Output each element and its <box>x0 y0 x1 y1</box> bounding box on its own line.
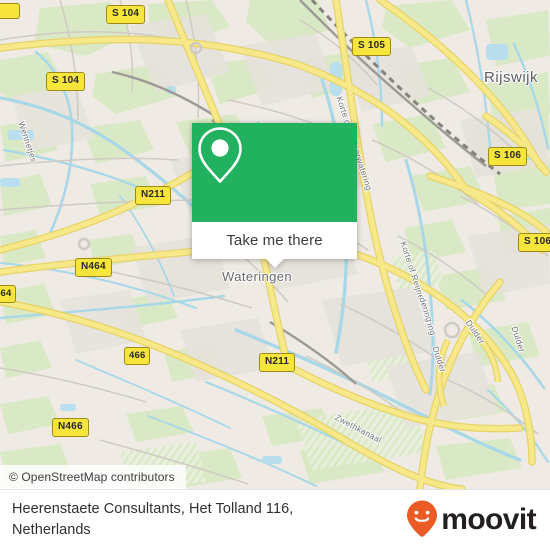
shield-corner-partial <box>0 3 20 19</box>
shield-n211-lower: N211 <box>259 353 296 372</box>
map-screenshot: S 104 S 104 S 105 S 106 S 106 N211 N211 N464 464… <box>0 0 550 550</box>
shield-s106-right: S 106 <box>488 147 528 166</box>
moovit-pin-smiley-icon <box>405 499 439 542</box>
osm-attribution[interactable]: © OpenStreetMap contributors <box>0 465 186 489</box>
shield-n466: N466 <box>52 418 89 437</box>
address-block: Heerenstaete Consultants, Het Tolland 11… <box>0 499 405 541</box>
moovit-wordmark: moovit <box>441 503 536 536</box>
popup-tail <box>265 259 284 268</box>
location-popup-card[interactable]: Take me there <box>192 123 357 268</box>
address-line-1: Heerenstaete Consultants, Het Tolland 11… <box>12 500 294 517</box>
shield-464-edge: 464 <box>0 285 17 303</box>
shield-n464: N464 <box>75 258 112 277</box>
shield-s104-top: S 104 <box>106 5 146 24</box>
address-line-2: Netherlands <box>12 522 91 538</box>
moovit-logo[interactable]: moovit <box>405 499 550 542</box>
popup-footer[interactable]: Take me there <box>192 222 357 268</box>
shield-n211-upper: N211 <box>135 186 172 205</box>
shield-s106-lower: S 106 <box>518 233 550 252</box>
map-canvas[interactable]: S 104 S 104 S 105 S 106 S 106 N211 N211 N464 464… <box>0 0 550 489</box>
shield-s105: S 105 <box>352 37 392 56</box>
shield-466: 466 <box>124 347 151 365</box>
take-me-there-label: Take me there <box>226 232 323 249</box>
shield-s104-left: S 104 <box>46 72 86 91</box>
bottom-info-bar: Heerenstaete Consultants, Het Tolland 11… <box>0 489 550 550</box>
popup-header <box>192 123 357 222</box>
